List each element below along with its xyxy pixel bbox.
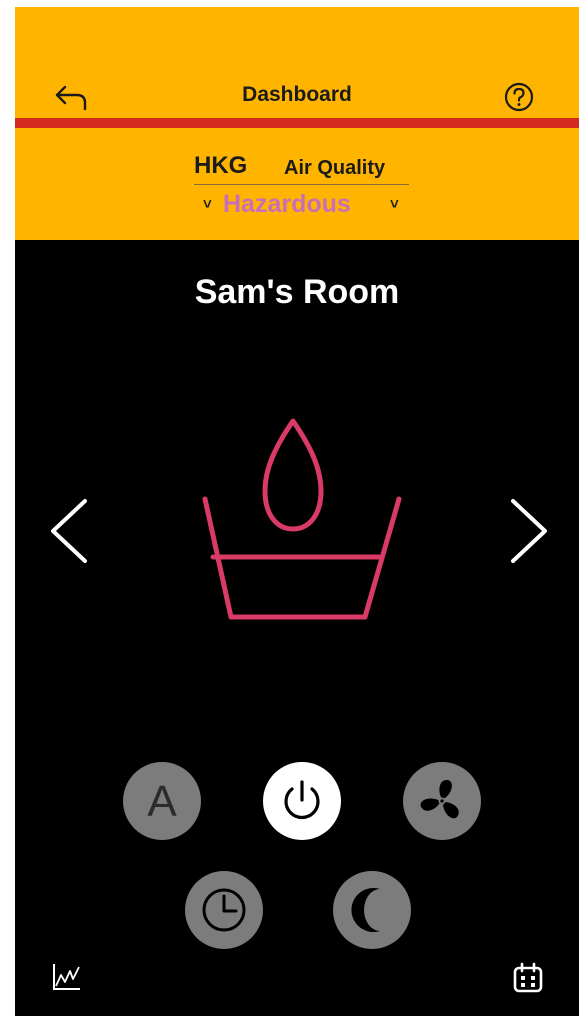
help-circle-icon[interactable] <box>503 81 535 113</box>
fan-speed-button[interactable] <box>403 762 481 840</box>
calendar-icon[interactable] <box>511 962 545 994</box>
city-code: HKG <box>194 152 248 179</box>
humidifier-icon <box>202 418 402 620</box>
header-divider <box>15 118 579 128</box>
app-screen: Dashboard HKG Air Quality ˅ Hazardous ˅ … <box>15 7 579 1016</box>
air-quality-label: Air Quality <box>284 157 386 179</box>
auto-mode-label: A <box>147 777 177 826</box>
timer-button[interactable] <box>185 871 263 949</box>
clock-icon <box>202 888 246 932</box>
room-name: Sam's Room <box>194 273 400 311</box>
chevron-right-icon[interactable] <box>505 495 553 567</box>
night-mode-button[interactable] <box>333 871 411 949</box>
page-title: Dashboard <box>242 83 352 106</box>
air-quality-row[interactable]: HKG Air Quality <box>194 152 409 185</box>
auto-mode-icon: A <box>147 777 177 826</box>
power-icon <box>284 780 320 820</box>
air-quality-status: Hazardous <box>223 190 351 218</box>
auto-mode-button[interactable]: A <box>123 762 201 840</box>
power-button[interactable] <box>263 762 341 840</box>
chevron-down-icon[interactable]: ˅ <box>390 196 399 213</box>
chevron-left-icon[interactable] <box>45 495 93 567</box>
header-bar: Dashboard HKG Air Quality ˅ Hazardous ˅ <box>15 7 579 240</box>
air-quality-status-selector[interactable]: ˅ Hazardous ˅ <box>194 190 409 224</box>
chevron-down-icon[interactable]: ˅ <box>203 196 212 213</box>
moon-icon <box>351 888 380 932</box>
fan-icon <box>420 779 459 819</box>
chart-icon[interactable] <box>51 962 83 992</box>
